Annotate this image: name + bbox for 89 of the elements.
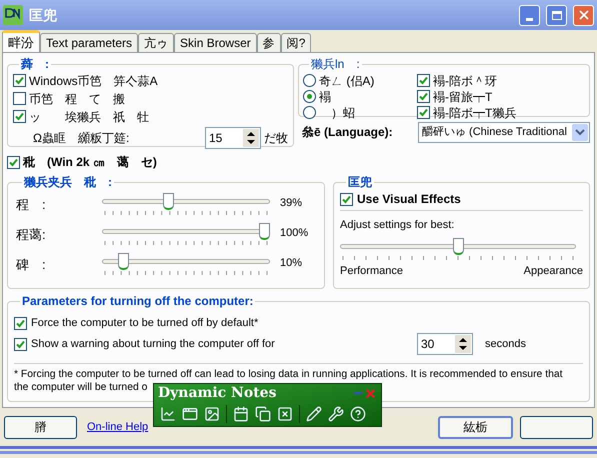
field-label: Ω蟲眶 纐粄丁筵: — [33, 130, 130, 147]
footnote-text: the computer will be turned o — [14, 381, 148, 394]
radio-label: ）蛁 — [330, 104, 355, 122]
slider-track[interactable] — [102, 253, 270, 270]
option-label: Windows币笆 笄亽蒜A — [29, 72, 158, 90]
percent-reading: 39% — [280, 196, 302, 211]
checkbox[interactable] — [13, 110, 26, 123]
checkbox[interactable] — [417, 74, 430, 87]
toolbar-title: Dynamic Notes — [158, 384, 278, 402]
group-title: 蕣 : — [20, 56, 50, 73]
group-title: 獭兵夹兵 秕 : — [22, 174, 113, 191]
scale-label: Performance — [340, 264, 403, 278]
group-title: 獭兵ln : — [310, 56, 361, 73]
window-icon[interactable] — [182, 406, 198, 422]
tab[interactable]: 畔汾 — [2, 30, 40, 52]
slider-track[interactable] — [102, 223, 270, 240]
slider-thumb[interactable] — [452, 238, 464, 254]
checkbox[interactable] — [13, 92, 26, 105]
pencil-icon[interactable] — [306, 406, 322, 422]
radio-button[interactable] — [303, 106, 316, 119]
group-title: 匡兜 — [347, 174, 373, 191]
option-label: Force the computer to be turned off by default* — [31, 316, 258, 331]
app-logo-icon — [3, 5, 23, 25]
chart-icon[interactable] — [160, 406, 176, 422]
help-icon[interactable] — [350, 406, 366, 422]
picture-icon[interactable] — [204, 406, 220, 422]
slider-label: 程 : — [16, 196, 47, 214]
option-label: Use Visual Effects — [357, 191, 461, 208]
scale-label: Appearance — [524, 264, 583, 278]
percent-reading: 10% — [280, 256, 302, 271]
option-label: 秕 (Win 2k ㎝ 蔼 セ) — [23, 154, 157, 171]
tick-marks-icon — [340, 256, 576, 260]
radio-label: 褟 — [319, 88, 331, 106]
slider-thumb[interactable] — [118, 253, 129, 270]
checkbox[interactable] — [340, 192, 353, 206]
unit-label: だ牧 — [264, 130, 288, 147]
ok-button[interactable]: 紘栃 — [438, 416, 513, 438]
field-label: 叅ē (Language): — [302, 124, 393, 141]
radio-label: 奇ㄥ (侣A) — [319, 72, 374, 90]
window-title: 匡兜 — [29, 6, 58, 24]
copy-icon[interactable] — [255, 406, 271, 422]
number-field[interactable]: 15 — [205, 127, 261, 149]
unit-label: seconds — [485, 336, 526, 352]
spin-arrows-icon — [455, 335, 471, 353]
tab[interactable]: 参 — [256, 33, 281, 52]
slider-caption: Adjust settings for best: — [340, 218, 456, 233]
slider-thumb[interactable] — [163, 193, 174, 210]
checkbox[interactable] — [13, 74, 26, 87]
option-label: Show a warning about turning the computer off for — [31, 336, 276, 352]
tab[interactable]: Skin Browser — [174, 33, 257, 52]
tab[interactable]: 阅? — [280, 33, 312, 52]
language-dropdown[interactable]: 釂砰いゅ (Chinese Traditional — [418, 122, 590, 142]
slider-label: 碑 : — [16, 256, 47, 274]
option-label: 褟-陪ボ＾玡 — [433, 72, 497, 90]
footer-button[interactable]: 膌 — [4, 416, 77, 438]
delete-icon[interactable] — [277, 406, 293, 422]
option-label: ッ 埃獭兵 祇 牡 — [29, 108, 149, 126]
percent-reading: 100% — [280, 226, 308, 241]
calendar-icon[interactable] — [233, 406, 249, 422]
option-label: 褟-陪ボ┯T獭兵 — [433, 104, 516, 122]
wrench-icon[interactable] — [328, 406, 344, 422]
blank-button[interactable] — [520, 416, 593, 438]
tick-marks-icon — [102, 271, 270, 276]
checkbox[interactable] — [417, 106, 430, 119]
footnote-text: * Forcing the computer to be turned off can lead to losing data in running applications. It is recommended to ensure that — [14, 368, 563, 381]
slider-track[interactable] — [102, 193, 270, 210]
spin-arrows-icon — [243, 129, 259, 147]
option-label: 褟-留旅┯T — [433, 88, 492, 106]
close-x-icon — [576, 8, 590, 22]
slider-label: 程蔼: — [16, 226, 47, 244]
checkbox[interactable] — [7, 156, 20, 168]
checkbox[interactable] — [14, 316, 27, 330]
option-label: 币笆 程 て 搬 — [29, 90, 125, 108]
tick-marks-icon — [102, 211, 270, 216]
number-field[interactable]: 30 — [417, 333, 473, 355]
tick-marks-icon — [102, 241, 270, 246]
maximize-button[interactable] — [546, 4, 567, 26]
slider-track[interactable] — [340, 238, 576, 254]
slider-thumb[interactable] — [259, 223, 270, 240]
radio-button[interactable] — [303, 74, 316, 87]
help-link[interactable]: On-line Help — [87, 418, 148, 436]
tab[interactable]: 亢ゥ — [138, 33, 174, 52]
radio-button[interactable] — [303, 90, 316, 103]
minimize-button[interactable] — [519, 4, 540, 26]
tab[interactable]: Text parameters — [40, 33, 138, 52]
checkbox[interactable] — [14, 338, 27, 350]
checkbox[interactable] — [417, 90, 430, 103]
close-button[interactable] — [573, 4, 594, 26]
group-title: Parameters for turning off the computer: — [21, 293, 254, 310]
